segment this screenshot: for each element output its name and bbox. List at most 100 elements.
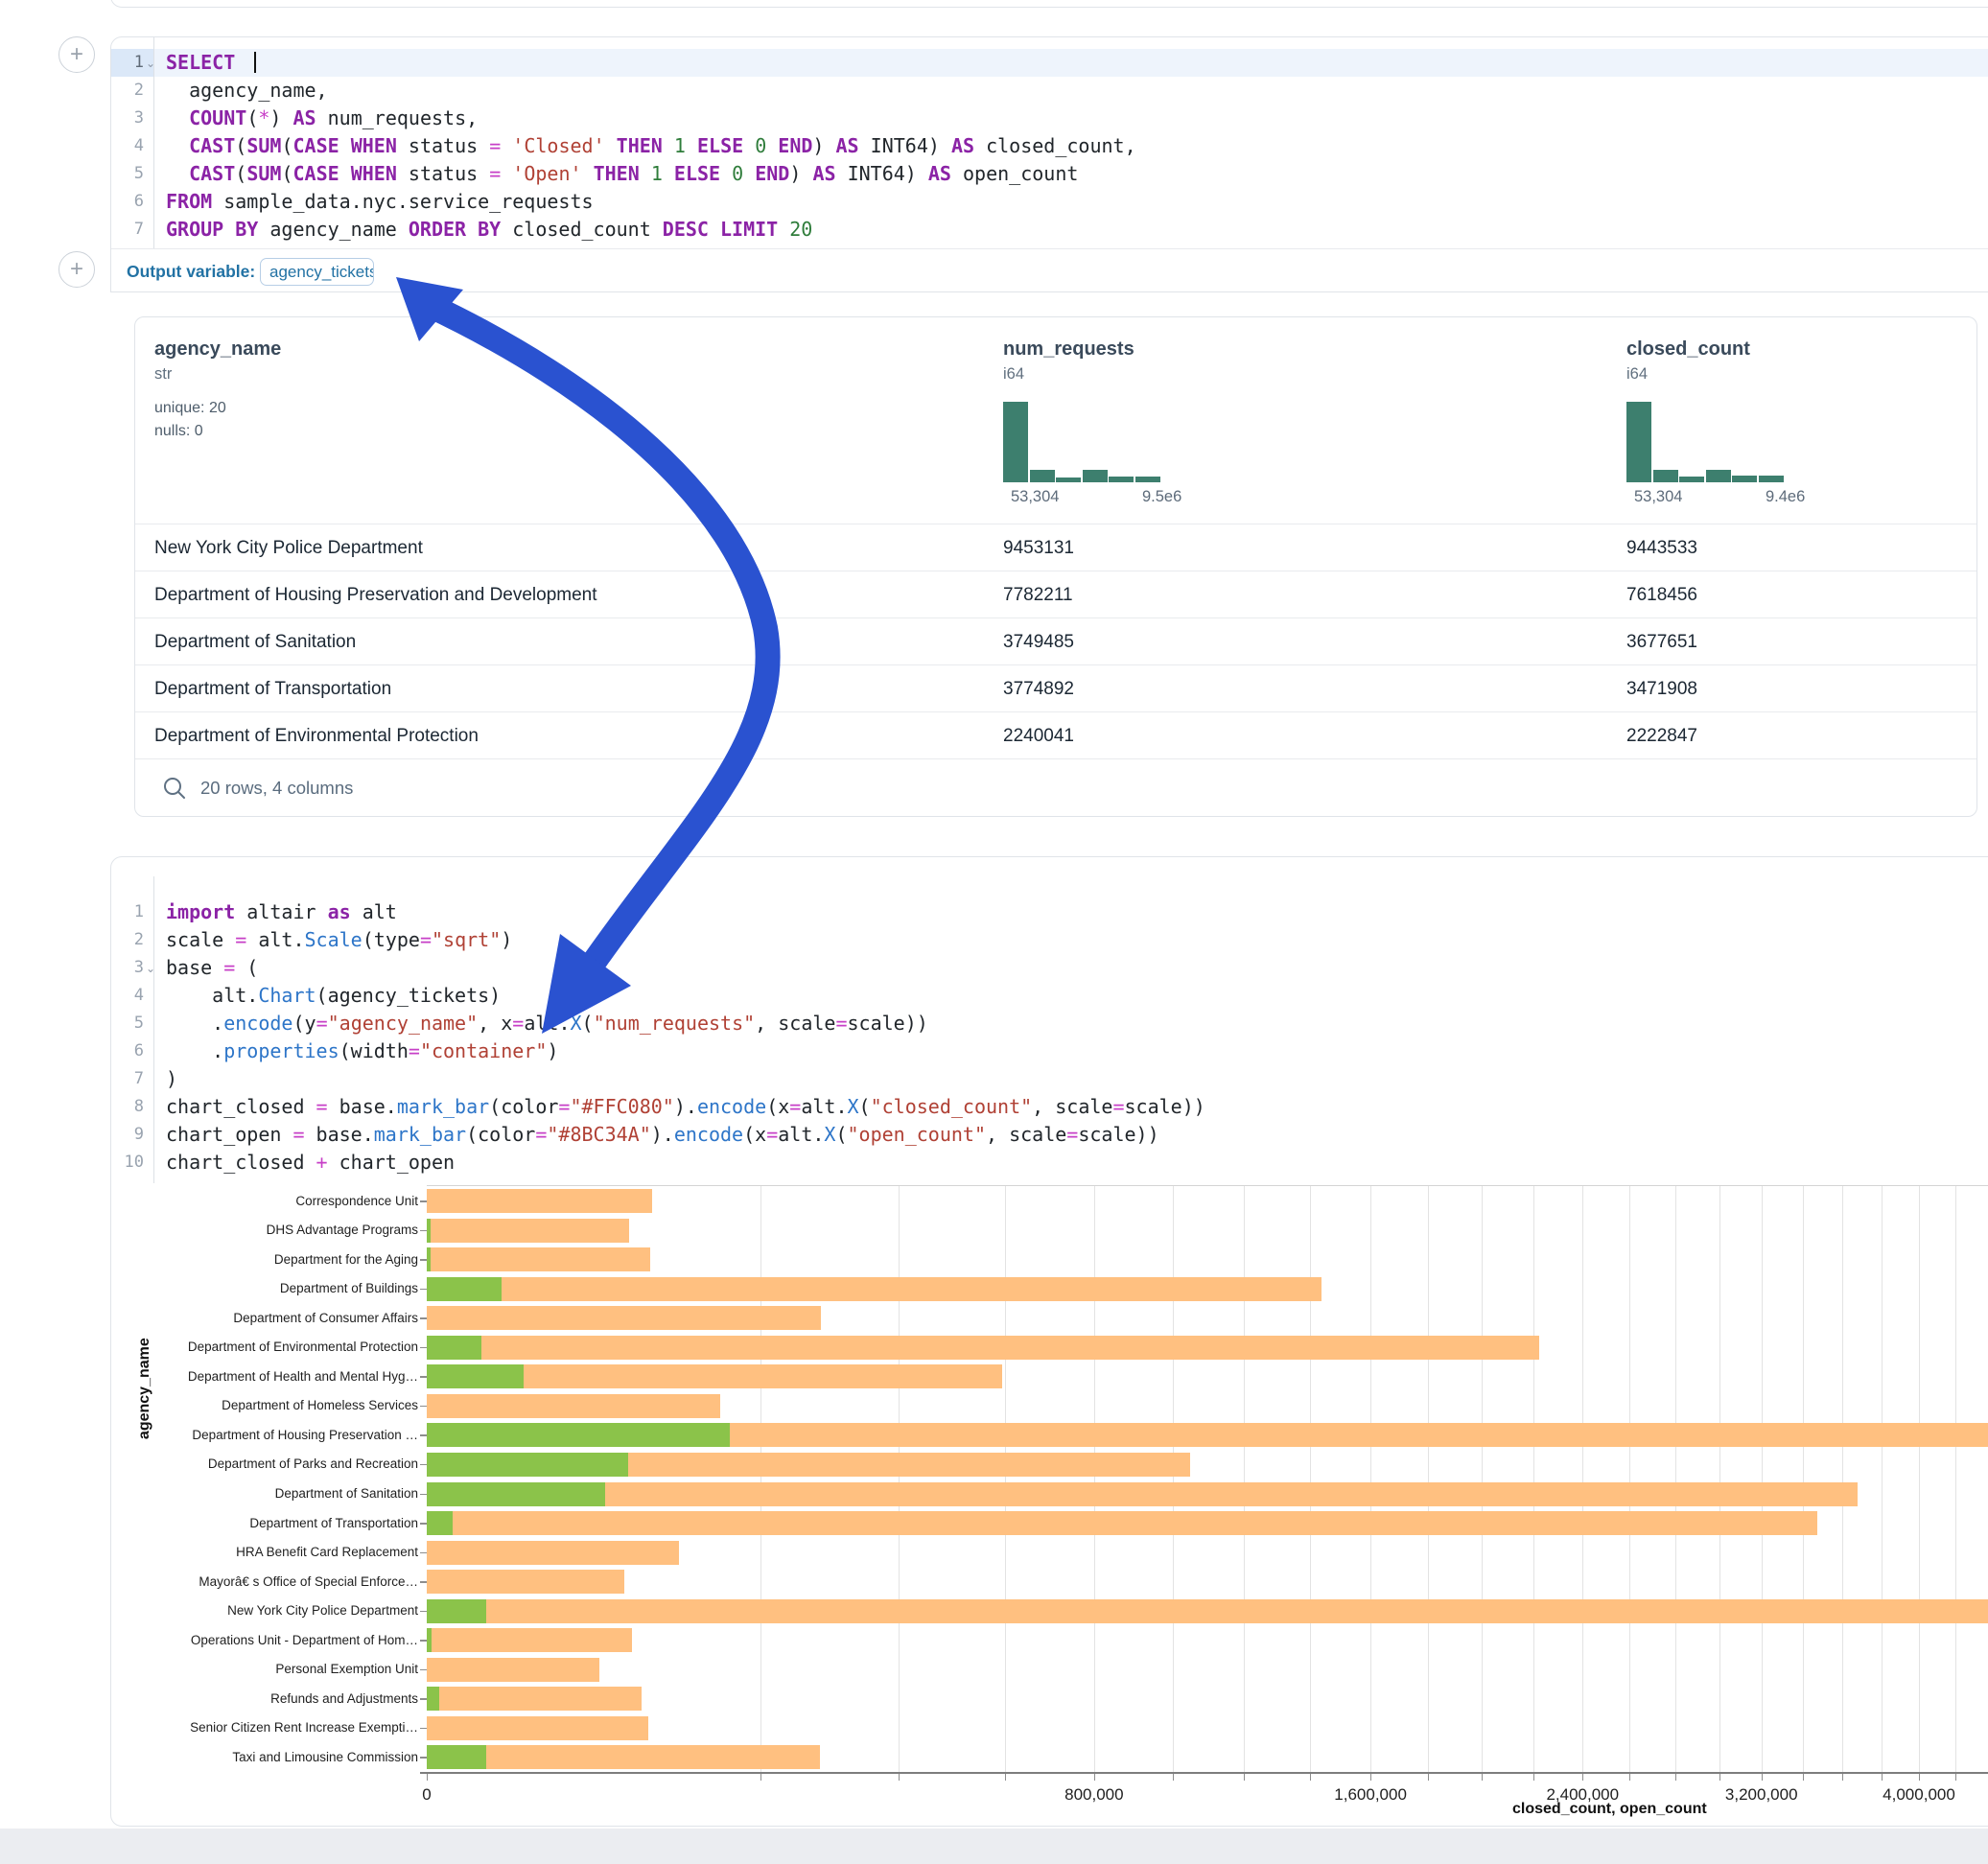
column-header[interactable]: agency_name <box>154 338 281 361</box>
histogram-bin <box>1056 478 1081 482</box>
gutter-divider <box>153 37 154 248</box>
code-line[interactable]: 6 FROM sample_data.nyc.service_requests <box>111 188 1988 216</box>
table-cell: 3774892 <box>1003 665 1074 712</box>
table-row[interactable]: Department of Housing Preservation and D… <box>135 571 1976 618</box>
add-cell-button[interactable]: + <box>58 36 95 73</box>
code-line[interactable]: 7) <box>111 1065 1988 1093</box>
table-cell: Department of Environmental Protection <box>154 712 479 759</box>
code-text: agency_name, <box>166 77 328 105</box>
table-footer: 20 rows, 4 columns <box>135 758 1976 817</box>
code-text: SELECT <box>166 49 256 77</box>
column-header[interactable]: closed_count <box>1626 338 1750 361</box>
column-histogram[interactable] <box>1003 402 1161 482</box>
column-type: str <box>154 365 172 384</box>
table-cell: 9443533 <box>1626 524 1697 571</box>
code-line[interactable]: 3 COUNT(*) AS num_requests, <box>111 105 1988 132</box>
page-bottom-strip <box>0 1829 1988 1864</box>
code-line[interactable]: 7 GROUP BY agency_name ORDER BY closed_co… <box>111 216 1988 244</box>
table-cell: 2222847 <box>1626 712 1697 759</box>
table-row[interactable]: Department of Environmental Protection 22… <box>135 711 1976 759</box>
table-cell: Department of Sanitation <box>154 618 356 665</box>
code-line[interactable]: 2 scale = alt.Scale(type="sqrt") <box>111 926 1988 954</box>
histogram-bin <box>1759 476 1784 482</box>
code-text: .properties(width="container") <box>166 1037 558 1065</box>
line-number: 2 <box>111 77 153 105</box>
code-text: scale = alt.Scale(type="sqrt") <box>166 926 512 954</box>
code-line[interactable]: 9 chart_open = base.mark_bar(color="#8BC3… <box>111 1121 1988 1149</box>
histogram-min-label: 53,304 <box>1011 488 1059 506</box>
code-text: GROUP BY agency_name ORDER BY closed_cou… <box>166 216 812 244</box>
code-text: chart_open = base.mark_bar(color="#8BC34… <box>166 1121 1159 1149</box>
code-line[interactable]: 6 .properties(width="container") <box>111 1037 1988 1065</box>
table-cell: 2240041 <box>1003 712 1074 759</box>
line-number: 7 <box>111 1065 153 1093</box>
line-number: 5 <box>111 160 153 188</box>
code-text: CAST(SUM(CASE WHEN status = 'Open' THEN … <box>166 160 1078 188</box>
code-text: COUNT(*) AS num_requests, <box>166 105 478 132</box>
histogram-bin <box>1003 402 1028 482</box>
table-row[interactable]: Department of Transportation377489234719… <box>135 664 1976 712</box>
column-histogram[interactable] <box>1626 402 1785 482</box>
line-number: 3 <box>111 105 153 132</box>
histogram-bin <box>1732 476 1757 482</box>
output-variable-label: Output variable: <box>127 262 255 282</box>
notebook-page: { "cells": { "add_cell_symbol": "+" }, "… <box>0 0 1988 1864</box>
code-text: alt.Chart(agency_tickets) <box>166 982 501 1010</box>
code-line[interactable]: 4 alt.Chart(agency_tickets) <box>111 982 1988 1010</box>
histogram-bin <box>1679 477 1704 482</box>
code-text: ) <box>166 1065 177 1093</box>
python-code-editor[interactable]: 1 import altair as alt 2 scale = alt.Scale(… <box>111 898 1988 1177</box>
histogram-bin <box>1706 470 1731 482</box>
search-icon[interactable] <box>162 776 187 801</box>
code-line[interactable]: 3⌄base = ( <box>111 954 1988 982</box>
table-cell: Department of Transportation <box>154 665 391 712</box>
code-line[interactable]: 2 agency_name, <box>111 77 1988 105</box>
column-header[interactable]: num_requests <box>1003 338 1134 361</box>
output-variable-pill[interactable]: agency_tickets <box>260 258 374 286</box>
table-body: New York City Police Department 9453131 94… <box>135 524 1976 758</box>
line-number: 1 <box>111 898 153 926</box>
row-count-label: 20 rows, 4 columns <box>200 778 353 799</box>
table-row[interactable]: New York City Police Department 9453131 94… <box>135 524 1976 571</box>
column-type: i64 <box>1003 365 1024 384</box>
code-line[interactable]: 5 .encode(y="agency_name", x=alt.X("num_… <box>111 1010 1988 1037</box>
previous-cell-edge <box>110 0 1988 8</box>
histogram-bin <box>1626 402 1651 482</box>
table-header: agency_namestr unique: 20 nulls: 0 num_requ… <box>135 317 1976 524</box>
line-number: 7 <box>111 216 153 244</box>
code-line[interactable]: 1 import altair as alt <box>111 898 1988 926</box>
histogram-bin <box>1030 470 1055 482</box>
histogram-bin <box>1109 477 1134 482</box>
line-number: 5 <box>111 1010 153 1037</box>
code-text: base = ( <box>166 954 258 982</box>
table-row[interactable]: Department of Sanitation37494853677651 <box>135 617 1976 665</box>
table-cell: 9453131 <box>1003 524 1074 571</box>
table-cell: 3749485 <box>1003 618 1074 665</box>
code-text: FROM sample_data.nyc.service_requests <box>166 188 594 216</box>
code-text: chart_closed = base.mark_bar(color="#FFC… <box>166 1093 1205 1121</box>
column-stat: unique: 20 <box>154 400 226 417</box>
line-number: 2 <box>111 926 153 954</box>
table-cell: Department of Housing Preservation and D… <box>154 571 597 618</box>
code-line[interactable]: 4 CAST(SUM(CASE WHEN status = 'Closed' T… <box>111 132 1988 160</box>
code-text: import altair as alt <box>166 898 397 926</box>
python-cell: 1 import altair as alt 2 scale = alt.Scale(… <box>110 856 1988 1827</box>
result-table-card: agency_namestr unique: 20 nulls: 0 num_requ… <box>134 316 1977 817</box>
line-number: 6 <box>111 188 153 216</box>
code-text: .encode(y="agency_name", x=alt.X("num_re… <box>166 1010 928 1037</box>
code-line[interactable]: 5 CAST(SUM(CASE WHEN status = 'Open' THE… <box>111 160 1988 188</box>
line-number: 9 <box>111 1121 153 1149</box>
table-cell: New York City Police Department <box>154 524 423 571</box>
sql-code-editor[interactable]: 1⌄SELECT 2 agency_name,3 COUNT(*) AS num… <box>111 49 1988 248</box>
code-text: chart_closed + chart_open <box>166 1149 455 1177</box>
code-text: CAST(SUM(CASE WHEN status = 'Closed' THE… <box>166 132 1136 160</box>
histogram-max-label: 9.4e6 <box>1766 488 1805 506</box>
code-line[interactable]: 1⌄SELECT <box>111 49 1988 77</box>
code-line[interactable]: 8chart_closed = base.mark_bar(color="#FF… <box>111 1093 1988 1121</box>
add-cell-button[interactable]: + <box>58 251 95 288</box>
line-number: 4 <box>111 132 153 160</box>
histogram-bin <box>1083 470 1108 482</box>
column-stat: nulls: 0 <box>154 423 203 440</box>
text-cursor <box>254 52 256 73</box>
code-line[interactable]: 10chart_closed + chart_open <box>111 1149 1988 1177</box>
